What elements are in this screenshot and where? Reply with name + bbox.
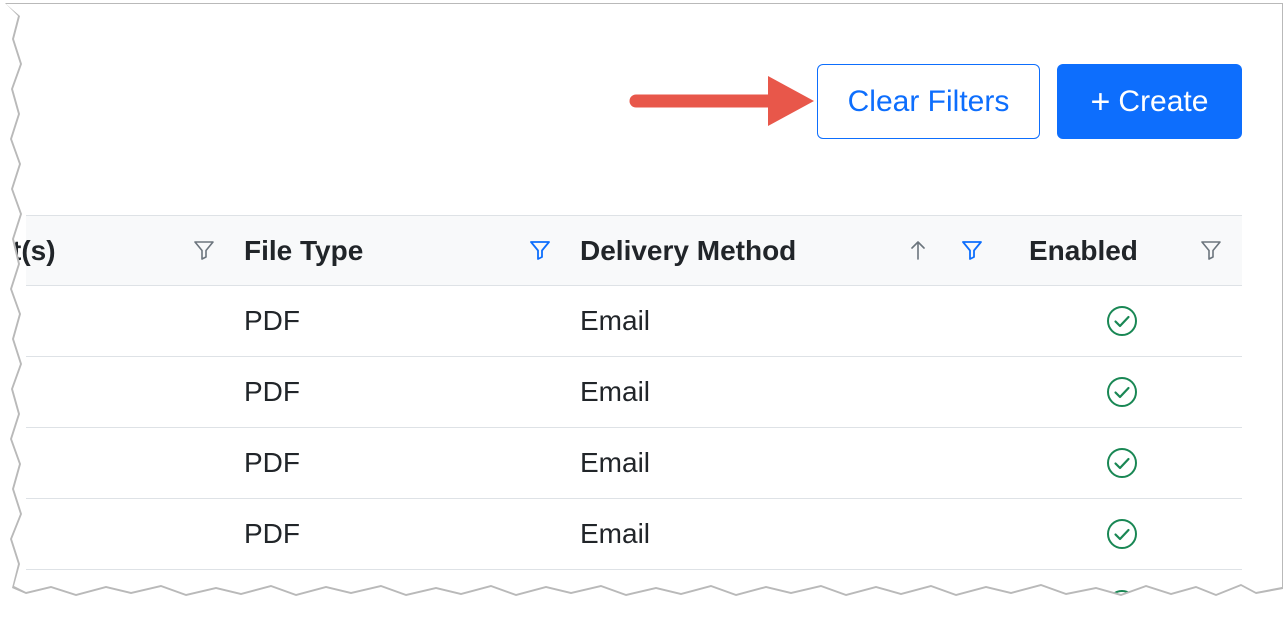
enabled-check-icon xyxy=(1107,519,1137,549)
filter-active-icon[interactable] xyxy=(528,238,552,262)
filter-active-icon[interactable] xyxy=(960,238,984,262)
table-header: t(s) File Type Delivery Method Enabled xyxy=(12,215,1242,286)
cell-file-type: PDF xyxy=(244,305,300,336)
page-card: Clear Filters + Create t(s) File Type De… xyxy=(6,4,1282,594)
cell-file-type: PDF xyxy=(244,376,300,407)
column-label: Enabled xyxy=(1029,234,1138,266)
filter-icon[interactable] xyxy=(1199,238,1223,262)
column-label: File Type xyxy=(244,234,364,266)
column-header-file-type[interactable]: File Type xyxy=(244,216,363,285)
create-label: Create xyxy=(1118,84,1209,118)
reports-table: t(s) File Type Delivery Method Enabled P… xyxy=(12,215,1242,620)
create-button[interactable]: + Create xyxy=(1057,64,1242,139)
table-row[interactable]: PDF Email xyxy=(26,570,1242,620)
table-row[interactable]: PDF Email xyxy=(26,499,1242,570)
cell-file-type: PDF xyxy=(244,447,300,478)
column-header-enabled[interactable]: Enabled xyxy=(1029,216,1138,285)
enabled-check-icon xyxy=(1107,448,1137,478)
clear-filters-label: Clear Filters xyxy=(847,84,1010,118)
clear-filters-button[interactable]: Clear Filters xyxy=(817,64,1040,139)
enabled-check-icon xyxy=(1107,377,1137,407)
cell-file-type: PDF xyxy=(244,589,300,620)
cell-delivery-method: Email xyxy=(580,447,651,478)
plus-icon: + xyxy=(1090,82,1111,121)
filter-icon[interactable] xyxy=(192,238,216,262)
table-row[interactable]: PDF Email xyxy=(26,286,1242,357)
column-header-delivery-method[interactable]: Delivery Method xyxy=(580,216,796,285)
table-row[interactable]: PDF Email xyxy=(26,428,1242,499)
cell-delivery-method: Email xyxy=(580,589,651,620)
annotation-arrow xyxy=(629,76,814,126)
cell-file-type: PDF xyxy=(244,518,300,549)
sort-ascending-icon[interactable] xyxy=(906,238,930,262)
column-header-partial[interactable]: t(s) xyxy=(12,216,56,285)
enabled-check-icon xyxy=(1107,306,1137,336)
column-label: Delivery Method xyxy=(580,234,797,266)
table-row[interactable]: PDF Email xyxy=(26,357,1242,428)
cell-delivery-method: Email xyxy=(580,376,651,407)
cell-delivery-method: Email xyxy=(580,305,651,336)
cell-delivery-method: Email xyxy=(580,518,651,549)
